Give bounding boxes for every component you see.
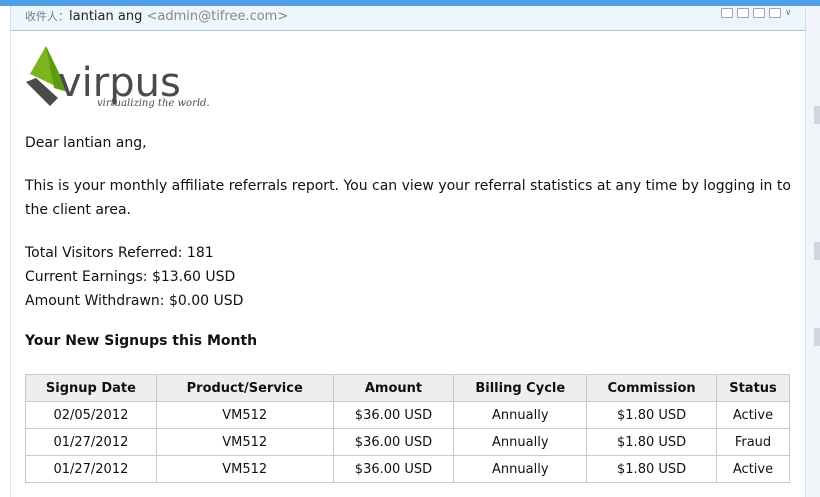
cell-billing-cycle: Annually [453,401,588,429]
cell-commission: $1.80 USD [586,428,718,456]
cell-product: VM512 [155,455,334,483]
table-row: 01/27/2012 VM512 $36.00 USD Annually $1.… [25,455,790,483]
scroll-mark [814,328,820,346]
page-icon[interactable] [737,8,749,18]
table-row: 02/05/2012 VM512 $36.00 USD Annually $1.… [25,401,790,429]
recipient-name[interactable]: lantian ang [69,9,142,24]
vertical-scrollbar[interactable] [805,6,820,497]
column-header-amount: Amount [332,374,455,402]
virpus-logo: virpus virtualizing the world. [24,44,214,110]
intro-paragraph: This is your monthly affiliate referrals… [25,178,791,218]
greeting: Dear lantian ang, [25,135,147,151]
cell-signup-date: 01/27/2012 [25,455,157,483]
cell-billing-cycle: Annually [453,455,588,483]
cell-amount: $36.00 USD [332,455,455,483]
column-header-signup-date: Signup Date [25,374,157,402]
cell-product: VM512 [155,428,334,456]
stat-visitors: Total Visitors Referred: 181 [25,245,214,261]
stat-earnings: Current Earnings: $13.60 USD [25,269,236,285]
column-header-product: Product/Service [155,374,334,402]
cell-product: VM512 [155,401,334,429]
signups-heading: Your New Signups this Month [25,333,258,349]
scroll-mark [814,106,820,124]
header-toolbar: ∨ [721,8,795,18]
cell-status: Fraud [716,428,790,456]
new-window-icon[interactable] [769,8,781,18]
table-row: 01/27/2012 VM512 $36.00 USD Annually $1.… [25,428,790,456]
cell-billing-cycle: Annually [453,428,588,456]
table-header-row: Signup Date Product/Service Amount Billi… [25,374,790,402]
cell-status: Active [716,401,790,429]
window-icon[interactable] [721,8,733,18]
cell-signup-date: 01/27/2012 [25,428,157,456]
cell-signup-date: 02/05/2012 [25,401,157,429]
column-header-status: Status [716,374,790,402]
chevron-down-icon[interactable]: ∨ [785,8,795,18]
cell-commission: $1.80 USD [586,401,718,429]
column-header-commission: Commission [586,374,718,402]
logo-tagline: virtualizing the world. [97,98,210,109]
recipient-line: 收件人：lantian ang <admin@tifree.com> [25,8,288,24]
email-header: 收件人：lantian ang <admin@tifree.com> ∨ [10,6,807,31]
cell-status: Active [716,455,790,483]
recipient-email[interactable]: <admin@tifree.com> [146,9,288,24]
virpus-logo-mark: virpus virtualizing the world. [26,46,210,109]
cell-commission: $1.80 USD [586,455,718,483]
cell-amount: $36.00 USD [332,428,455,456]
recipient-label: 收件人： [25,10,69,23]
scroll-mark [814,242,820,260]
body-border [10,30,11,497]
cell-amount: $36.00 USD [332,401,455,429]
stat-withdrawn: Amount Withdrawn: $0.00 USD [25,293,244,309]
print-icon[interactable] [753,8,765,18]
email-viewer: 收件人：lantian ang <admin@tifree.com> ∨ vir… [0,0,820,497]
signups-table: Signup Date Product/Service Amount Billi… [25,374,790,483]
column-header-billing-cycle: Billing Cycle [453,374,588,402]
